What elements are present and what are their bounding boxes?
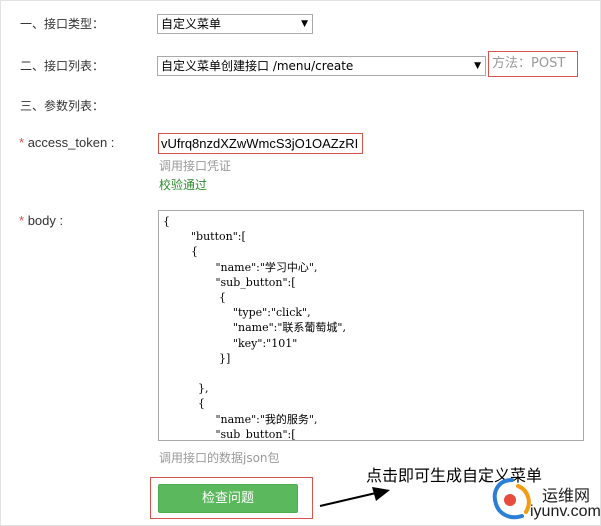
body-json-content: { "button":[ { "name":"学习中心", "sub_butto…	[163, 215, 346, 441]
required-star: *	[19, 213, 25, 228]
annotation-arrow-icon	[319, 487, 390, 507]
watermark-swirl-icon	[492, 478, 531, 520]
dropdown-arrow-icon: ▼	[474, 61, 481, 71]
parameter-list-label: 三、参数列表：	[20, 99, 105, 113]
interface-list-value: 自定义菜单创建接口 /menu/create	[161, 59, 354, 73]
interface-type-value: 自定义菜单	[161, 17, 222, 31]
check-button[interactable]: 检查问题	[158, 484, 298, 513]
watermark-logo: 运维网 iyunv.com	[488, 476, 601, 524]
body-label-text: body :	[27, 213, 64, 228]
interface-type-label: 一、接口类型：	[20, 17, 105, 31]
interface-list-label: 二、接口列表：	[20, 59, 105, 73]
access-token-label: * access_token :	[19, 135, 114, 150]
access-token-label-text: access_token :	[27, 135, 115, 150]
method-display: 方法：POST	[488, 51, 578, 77]
body-textarea[interactable]: { "button":[ { "name":"学习中心", "sub_butto…	[158, 210, 584, 441]
access-token-hint: 调用接口凭证	[159, 159, 232, 173]
body-label: * body :	[19, 213, 63, 228]
access-token-input[interactable]: vUfrq8nzdXZwWmcS3jO1OAZzRI	[158, 133, 363, 154]
validation-status: 校验通过	[159, 178, 208, 192]
interface-type-select[interactable]: 自定义菜单 ▼	[157, 14, 313, 34]
body-hint: 调用接口的数据json包	[159, 451, 280, 465]
interface-list-select[interactable]: 自定义菜单创建接口 /menu/create ▼	[157, 56, 486, 76]
watermark-en: iyunv.com	[530, 503, 601, 520]
dropdown-arrow-icon: ▼	[301, 19, 308, 29]
required-star: *	[19, 135, 25, 150]
